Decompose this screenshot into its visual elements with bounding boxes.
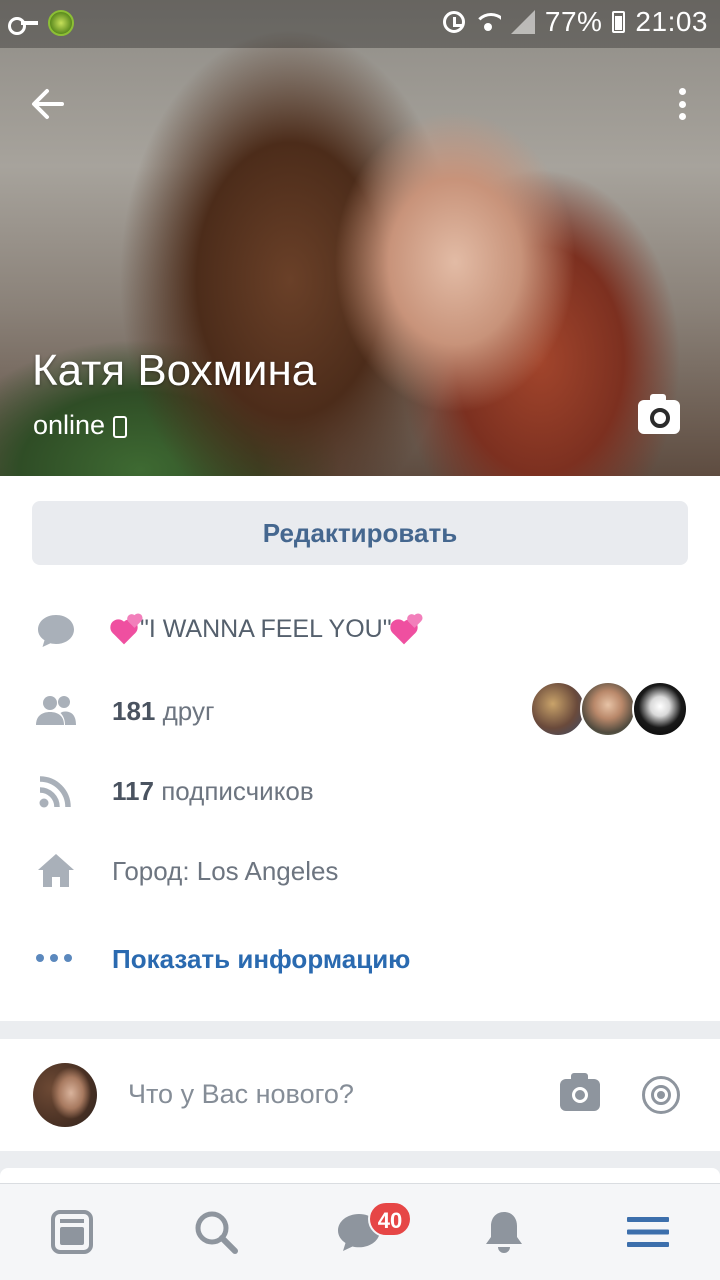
arrow-left-icon [32, 89, 64, 119]
friend-avatar[interactable] [632, 681, 688, 737]
feed-card-top [0, 1168, 720, 1184]
messages-badge: 40 [368, 1201, 412, 1237]
followers-row[interactable]: 117 подписчиков [0, 761, 720, 821]
back-button[interactable] [28, 84, 68, 124]
home-icon [38, 854, 74, 887]
clock: 21:03 [635, 6, 708, 37]
more-horizontal-icon [36, 954, 72, 962]
profile-screen: 77% 21:03 Катя Вохмина online Редактиров… [0, 0, 720, 1280]
search-icon [195, 1211, 238, 1254]
nav-news[interactable] [46, 1206, 98, 1258]
friends-icon [36, 696, 76, 725]
online-status-text: online [33, 410, 106, 440]
bottom-navigation [0, 1183, 720, 1280]
speech-bubble-icon [38, 615, 74, 647]
edit-profile-button[interactable]: Редактировать [32, 501, 688, 565]
friends-count: 181 друг [112, 695, 215, 726]
status-row[interactable]: "I WANNA FEEL YOU" [0, 600, 720, 660]
show-info-row[interactable]: Показать информацию [0, 929, 720, 989]
friends-avatars[interactable] [530, 679, 690, 739]
new-post-input[interactable]: Что у Вас нового? [128, 1079, 354, 1110]
friend-avatar[interactable] [580, 681, 636, 737]
nav-search[interactable] [190, 1206, 242, 1258]
city-row: Город: Los Angeles [0, 841, 720, 901]
mobile-phone-icon [113, 415, 128, 438]
app-notification-icon [48, 10, 74, 36]
show-info-link[interactable]: Показать информацию [112, 944, 410, 975]
vpn-key-icon [8, 16, 38, 35]
live-broadcast-icon[interactable] [642, 1076, 680, 1114]
new-post-composer[interactable]: Что у Вас нового? [0, 1039, 720, 1151]
news-icon [51, 1210, 93, 1254]
user-avatar [33, 1063, 97, 1127]
more-options-button[interactable] [674, 84, 690, 124]
more-vertical-icon [678, 88, 686, 95]
status-message: "I WANNA FEEL YOU" [112, 614, 421, 645]
notifications-icon [486, 1212, 522, 1253]
cover-photo[interactable]: 77% 21:03 Катя Вохмина online [0, 0, 720, 476]
city: Город: Los Angeles [112, 855, 339, 886]
followers-count: 117 подписчиков [112, 775, 314, 806]
camera-icon[interactable] [560, 1073, 600, 1111]
two-hearts-emoji [112, 614, 141, 645]
menu-icon [627, 1217, 669, 1247]
profile-info-card: Редактировать "I WANNA FEEL YOU" 181 дру… [0, 476, 720, 1021]
battery-icon [612, 11, 626, 33]
nav-notifications[interactable] [478, 1206, 530, 1258]
nav-menu[interactable] [622, 1206, 674, 1258]
signal-icon [510, 10, 535, 34]
wifi-icon [474, 11, 501, 33]
battery-percent: 77% [544, 6, 603, 37]
status-bar: 77% 21:03 [0, 0, 720, 48]
alarm-icon [442, 11, 465, 33]
profile-name: Катя Вохмина [32, 346, 317, 395]
online-status: online [33, 410, 128, 441]
rss-icon [39, 776, 71, 808]
friend-avatar[interactable] [530, 681, 586, 737]
change-cover-camera-icon[interactable] [638, 394, 680, 434]
two-hearts-emoji [392, 614, 421, 645]
